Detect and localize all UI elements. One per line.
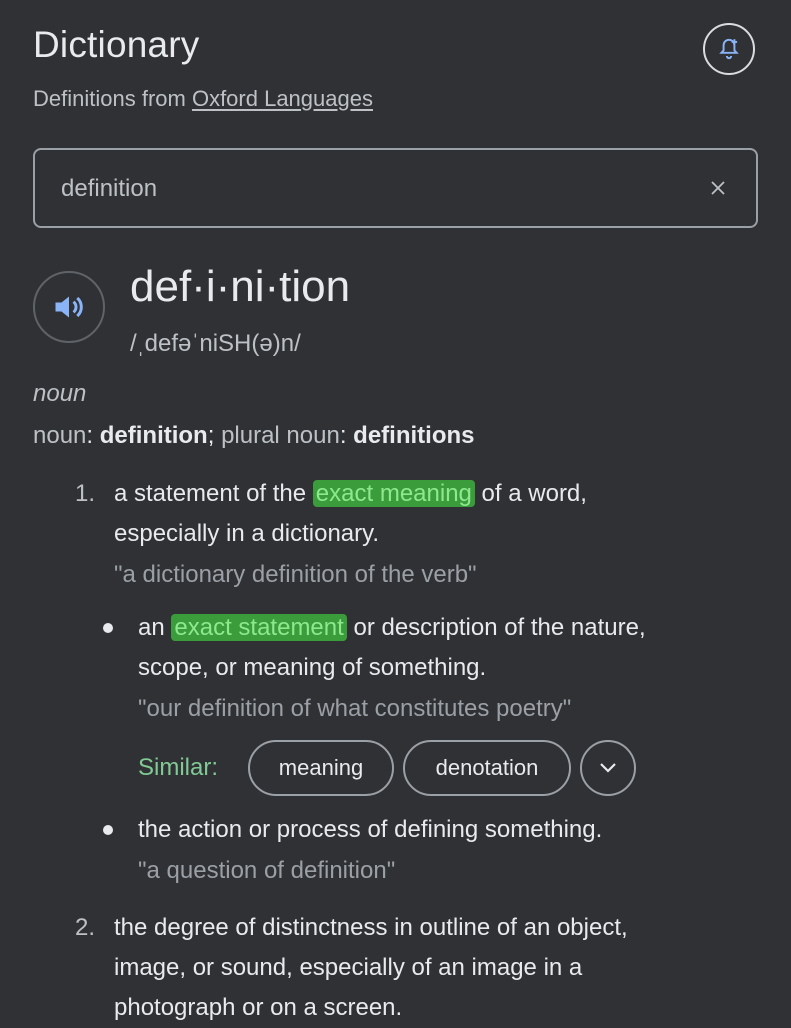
form-singular: definition (99, 422, 208, 449)
sense-definition: a statement of the exact meaning of a wo… (114, 474, 587, 554)
usage-example: "our definition of what constitutes poet… (138, 695, 572, 722)
form-label-plural: plural noun (221, 422, 340, 449)
form-colon: : (86, 422, 94, 449)
oxford-languages-link[interactable]: Oxford Languages (192, 86, 373, 111)
page-title: Dictionary (33, 24, 200, 65)
similar-chip-denotation[interactable]: denotation (403, 740, 571, 796)
form-plural: definitions (353, 422, 475, 449)
speaker-icon (55, 296, 83, 318)
create-alert-button[interactable] (703, 23, 755, 75)
form-label-noun: noun (33, 422, 87, 449)
definition-text: scope, or meaning of something. (138, 654, 487, 681)
usage-example: "a dictionary definition of the verb" (114, 561, 477, 588)
headword: def·i·ni·tion (130, 262, 351, 311)
definition-text: a statement of the (114, 480, 313, 507)
search-box[interactable] (33, 148, 758, 228)
usage-example: "a question of definition" (138, 857, 396, 884)
phonetic-transcription: /ˌdefəˈniSH(ə)n/ (130, 330, 301, 357)
close-icon (711, 181, 725, 195)
chevron-down-icon (600, 763, 616, 773)
part-of-speech: noun (33, 380, 87, 407)
bell-plus-icon (719, 38, 739, 60)
form-separator: ; (207, 422, 215, 449)
expand-similar-button[interactable] (580, 740, 636, 796)
similar-chip-meaning[interactable]: meaning (248, 740, 394, 796)
sense-number: 2. (74, 914, 95, 941)
definition-text: photograph or on a screen. (114, 994, 403, 1021)
definition-text: image, or sound, especially of an image … (114, 954, 583, 981)
subtitle-prefix: Definitions from (33, 86, 192, 111)
search-input[interactable] (59, 168, 683, 210)
subsense-definition: an exact statement or description of the… (138, 608, 646, 688)
definition-text: or description of the nature, (346, 614, 646, 641)
bullet (103, 623, 113, 633)
definition-text: especially in a dictionary. (114, 520, 380, 547)
form-colon-2: : (339, 422, 347, 449)
highlighted-text: exact meaning (312, 480, 475, 507)
subsense-definition: the action or process of defining someth… (138, 816, 603, 843)
highlighted-text: exact statement (171, 614, 347, 641)
word-forms: noun: definition; plural noun: definitio… (33, 422, 475, 450)
pronunciation-button[interactable] (33, 271, 105, 343)
clear-search-button[interactable] (704, 174, 732, 202)
bullet (103, 825, 113, 835)
source-attribution: Definitions from Oxford Languages (33, 86, 373, 112)
similar-label: Similar: (138, 754, 219, 781)
definition-text: an (138, 614, 172, 641)
definition-text: the degree of distinctness in outline of… (114, 914, 628, 941)
definition-text: of a word, (474, 480, 587, 507)
sense-number: 1. (74, 480, 95, 507)
sense-definition: the degree of distinctness in outline of… (114, 908, 628, 1028)
